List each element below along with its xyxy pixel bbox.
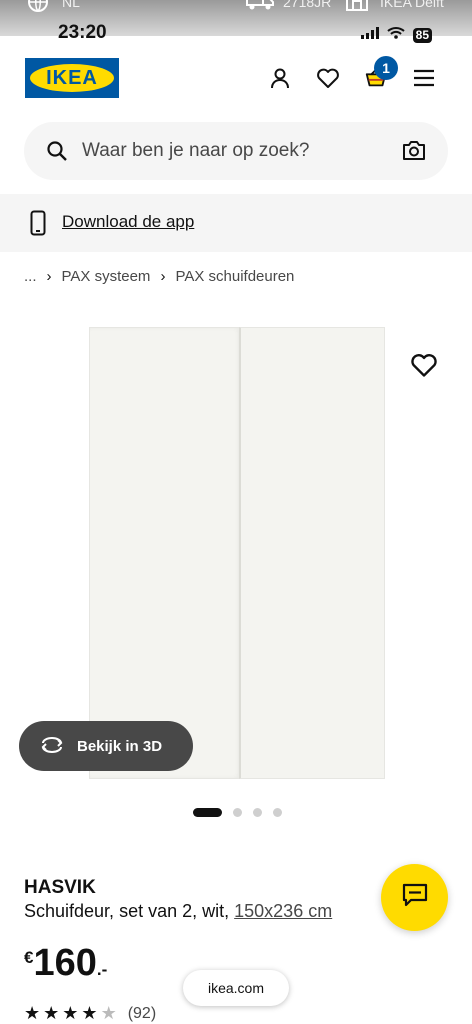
product-gallery[interactable]: Bekijk in 3D bbox=[0, 300, 472, 800]
site-header: IKEA 1 bbox=[0, 36, 472, 120]
price-currency: € bbox=[24, 948, 34, 967]
chat-icon bbox=[402, 883, 428, 912]
star-icon: ★ bbox=[43, 1003, 60, 1023]
store-label: IKEA Delft bbox=[380, 0, 444, 10]
ikea-logo[interactable]: IKEA bbox=[25, 58, 119, 98]
phone-icon bbox=[30, 210, 46, 241]
chevron-right-icon: › bbox=[160, 268, 166, 285]
account-icon[interactable] bbox=[268, 66, 292, 90]
gallery-pagination bbox=[193, 808, 282, 817]
pagination-dot-2[interactable] bbox=[233, 808, 242, 817]
product-size-link[interactable]: 150x236 cm bbox=[234, 901, 332, 921]
status-bar: NL 2718JR IKEA Delft 23:20 85 bbox=[0, 0, 472, 43]
menu-icon[interactable] bbox=[412, 66, 436, 90]
product-image-door-right bbox=[239, 327, 385, 779]
chat-button[interactable] bbox=[381, 864, 448, 931]
star-empty-icon: ★ bbox=[100, 1003, 117, 1023]
store-icon bbox=[345, 0, 369, 17]
breadcrumb-pax-schuifdeuren[interactable]: PAX schuifdeuren bbox=[175, 268, 294, 285]
truck-icon bbox=[246, 0, 274, 17]
star-icon: ★ bbox=[62, 1003, 79, 1023]
product-description: Schuifdeur, set van 2, wit, 150x236 cm bbox=[24, 901, 332, 922]
download-app-bar[interactable]: Download de app bbox=[0, 194, 472, 252]
globe-icon bbox=[26, 0, 50, 19]
star-icon: ★ bbox=[81, 1003, 98, 1023]
pagination-dot-1[interactable] bbox=[193, 808, 222, 817]
star-icon: ★ bbox=[24, 1003, 41, 1023]
url-pill[interactable]: ikea.com bbox=[183, 970, 289, 1006]
heart-icon[interactable] bbox=[316, 66, 340, 90]
cart-count-badge: 1 bbox=[374, 56, 398, 80]
pagination-dot-3[interactable] bbox=[253, 808, 262, 817]
product-rating[interactable]: ★ ★ ★ ★ ★ (92) bbox=[24, 1003, 156, 1024]
rotate-3d-icon bbox=[39, 735, 65, 759]
view-in-3d-label: Bekijk in 3D bbox=[77, 737, 163, 755]
breadcrumb-ellipsis[interactable]: ... bbox=[24, 268, 37, 285]
download-app-link[interactable]: Download de app bbox=[62, 212, 194, 232]
pagination-dot-4[interactable] bbox=[273, 808, 282, 817]
search-input[interactable]: Waar ben je naar op zoek? bbox=[82, 140, 309, 162]
product-name: HASVIK bbox=[24, 877, 96, 898]
search-icon bbox=[46, 140, 68, 167]
favourite-heart-icon[interactable] bbox=[410, 352, 438, 380]
locale-label: NL bbox=[62, 0, 80, 10]
price-integer: 160 bbox=[33, 942, 97, 984]
price-decimal: .- bbox=[96, 960, 108, 979]
product-price: € 160 .- bbox=[24, 940, 107, 986]
postcode-label: 2718JR bbox=[283, 0, 332, 10]
camera-icon[interactable] bbox=[402, 139, 426, 166]
view-in-3d-button[interactable]: Bekijk in 3D bbox=[19, 721, 193, 771]
search-bar[interactable]: Waar ben je naar op zoek? bbox=[24, 122, 448, 180]
chevron-right-icon: › bbox=[46, 268, 52, 285]
product-type: Schuifdeur, set van 2, wit, bbox=[24, 901, 230, 921]
rating-count: (92) bbox=[127, 1004, 157, 1022]
breadcrumb-pax-systeem[interactable]: PAX systeem bbox=[62, 268, 151, 285]
logo-text: IKEA bbox=[30, 64, 114, 92]
breadcrumb: ... › PAX systeem › PAX schuifdeuren bbox=[24, 268, 294, 285]
product-image-door-left bbox=[89, 327, 242, 779]
